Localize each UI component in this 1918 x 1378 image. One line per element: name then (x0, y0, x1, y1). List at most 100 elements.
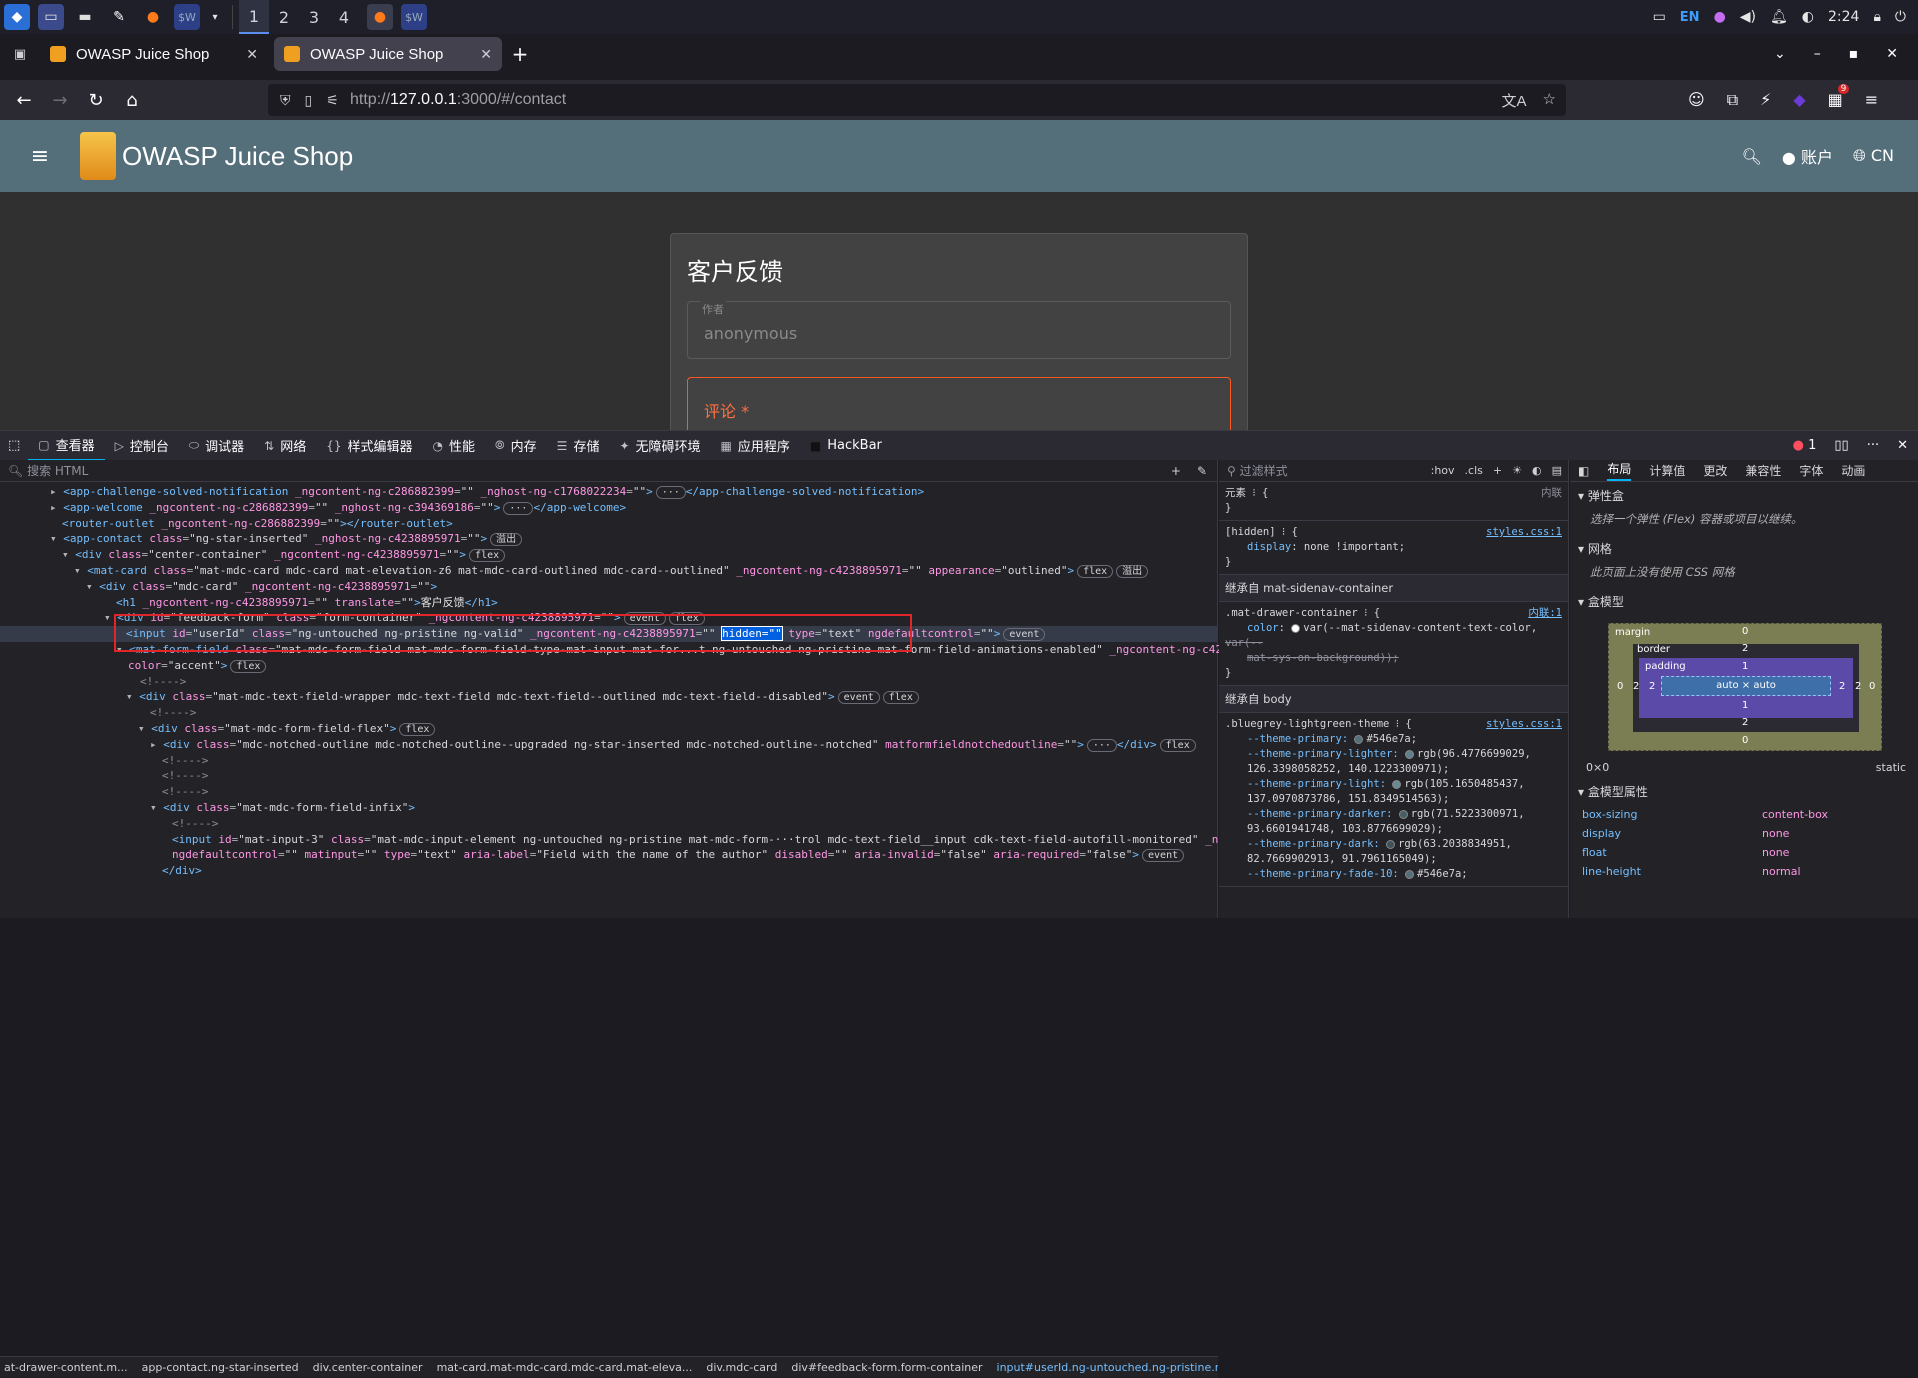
dark-theme-icon[interactable]: ◐ (1532, 464, 1542, 477)
error-count-badge[interactable]: ● 1 (1793, 438, 1817, 453)
tab-network[interactable]: ⇅ 网络 (254, 431, 316, 461)
account-button[interactable]: ● 账户 (1782, 144, 1833, 168)
toggle-sidebar-icon[interactable]: ◧ (1578, 464, 1589, 478)
close-tab-icon[interactable]: ✕ (246, 46, 258, 63)
lock-icon[interactable]: 🔒︎ (1873, 9, 1880, 25)
color-swatch[interactable] (1392, 779, 1402, 789)
editor-icon[interactable]: ✎ (106, 4, 132, 30)
shield-icon[interactable]: ⛨ (280, 92, 291, 109)
rule-source-link[interactable]: styles.css:1 (1486, 525, 1562, 540)
page-icon[interactable]: ▯ (305, 92, 313, 109)
close-devtools-icon[interactable]: ✕ (1897, 438, 1908, 453)
workspace-1[interactable]: 1 (239, 0, 269, 34)
hov-toggle[interactable]: :hov (1431, 464, 1455, 477)
tab-performance[interactable]: ◔ 性能 (423, 431, 486, 461)
search-icon[interactable]: 🔍︎ (1742, 147, 1762, 166)
breadcrumb-item[interactable]: app-contact.ng-star-inserted (142, 1361, 299, 1374)
chevron-down-icon[interactable]: ▾ (208, 4, 222, 30)
tab-computed[interactable]: 计算值 (1649, 462, 1685, 479)
tab-layout[interactable]: 布局 (1607, 460, 1632, 481)
tab-list-icon[interactable]: ▣ (6, 47, 34, 62)
tree-node[interactable]: <input id="mat-input-3" class="mat-mdc-i… (0, 832, 1391, 848)
terminal-icon[interactable]: ▭ (38, 4, 64, 30)
tree-node[interactable]: </div> (0, 863, 1217, 879)
eyedropper-icon[interactable]: ✎ (1197, 464, 1207, 478)
translate-icon[interactable]: 文A (1502, 90, 1527, 111)
tree-node[interactable]: ▾ <mat-form-field class="mat-mdc-form-fi… (0, 642, 1434, 658)
app-menu-icon[interactable]: ≡ (1865, 90, 1878, 110)
tree-node[interactable]: color="accent"> flex (0, 658, 1217, 674)
rule-value[interactable]: #546e7a; (1366, 733, 1417, 745)
tree-node[interactable]: <!----> (0, 674, 1217, 690)
tree-node[interactable]: <router-outlet _ngcontent-ng-c286882399=… (0, 516, 1217, 532)
add-node-icon[interactable]: + (1171, 464, 1181, 478)
rule-source-link[interactable]: styles.css:1 (1486, 717, 1562, 732)
rule-value[interactable]: rgb(105.1650485437, (1404, 778, 1524, 790)
rule-value[interactable]: rgb(63.2038834951, (1398, 838, 1512, 850)
list-all-tabs-icon[interactable]: ⌄ (1774, 46, 1786, 62)
print-icon[interactable]: ▤ (1552, 464, 1562, 477)
tab-inspector[interactable]: ▢ 查看器 (28, 431, 105, 461)
tree-node[interactable]: <h1 _ngcontent-ng-c4238895971="" transla… (0, 595, 1217, 611)
files-icon[interactable]: ▬ (72, 4, 98, 30)
margin-left-value[interactable]: 0 (1617, 681, 1623, 692)
boxmodel-props-header[interactable]: ▾ 盒模型属性 (1570, 778, 1918, 805)
tree-node[interactable]: ▾ <div class="mat-mdc-form-field-flex"> f… (0, 721, 1217, 737)
breadcrumb-item-current[interactable]: input#userId.ng-untouched.ng-pristine.ng… (997, 1361, 1218, 1374)
selected-tree-node[interactable]: <input id="userId" class="ng-untouched n… (0, 626, 1217, 642)
rule-value[interactable]: #546e7a; (1417, 868, 1468, 880)
rule-value[interactable]: var(--mat-sidenav-content-text-color, (1303, 622, 1537, 634)
breadcrumb-item[interactable]: at-drawer-content.m... (4, 1361, 128, 1374)
browser-tab-1[interactable]: OWASP Juice Shop ✕ (40, 37, 268, 71)
tab-accessibility[interactable]: ✦ 无障碍环境 (609, 431, 710, 461)
home-button[interactable]: ⌂ (114, 90, 150, 111)
tab-changes[interactable]: 更改 (1703, 462, 1727, 479)
rule-property[interactable]: --theme-primary-darker: (1225, 808, 1392, 820)
color-swatch[interactable] (1405, 749, 1415, 759)
browser-tab-2[interactable]: OWASP Juice Shop ✕ (274, 37, 502, 71)
tree-node[interactable]: ▸ <app-challenge-solved-notification _ng… (0, 484, 1217, 500)
terminal-window-icon[interactable]: $W (401, 4, 427, 30)
flexbox-section-header[interactable]: ▾ 弹性盒 (1570, 482, 1918, 509)
close-window-button[interactable]: ✕ (1886, 46, 1898, 62)
reload-button[interactable]: ↻ (78, 90, 114, 111)
maximize-button[interactable]: ▪ (1849, 46, 1859, 62)
rule-property[interactable]: color (1225, 622, 1279, 634)
rule-value[interactable]: rgb(96.4776699029, (1417, 748, 1531, 760)
search-html-input[interactable]: 搜索 HTML (27, 462, 88, 479)
breadcrumb-item[interactable]: mat-card.mat-mdc-card.mdc-card.mat-eleva… (437, 1361, 693, 1374)
volume-icon[interactable]: ◀) (1740, 9, 1756, 25)
tab-style-editor[interactable]: {} 样式编辑器 (316, 431, 422, 461)
forward-button[interactable]: → (42, 90, 78, 111)
extension-badge-icon[interactable]: ▦ 9 (1828, 84, 1850, 110)
tab-compatibility[interactable]: 兼容性 (1745, 462, 1781, 479)
notification-bell-icon[interactable]: 🔔︎ (1770, 9, 1788, 25)
element-picker-icon[interactable]: ⬚ (0, 431, 28, 461)
tree-node[interactable]: ▾ <app-contact class="ng-star-inserted" … (0, 531, 1217, 547)
padding-top-value[interactable]: 1 (1742, 661, 1748, 672)
extensions-icon[interactable]: ⧉ (1727, 90, 1738, 110)
tree-node[interactable]: <!----> (0, 816, 1217, 832)
tree-node[interactable]: ngdefaultcontrol="" matinput="" type="te… (0, 847, 1217, 863)
border-bottom-value[interactable]: 2 (1742, 717, 1748, 728)
account-icon[interactable]: ☺ (1688, 90, 1705, 110)
tab-application[interactable]: ▦ 应用程序 (711, 431, 800, 461)
user-avatar-icon[interactable]: ● (1714, 9, 1726, 25)
power-status-icon[interactable]: ◐ (1802, 9, 1814, 25)
cls-toggle[interactable]: .cls (1465, 464, 1483, 477)
add-rule-icon[interactable]: + (1493, 464, 1502, 477)
tab-memory[interactable]: ⦾ 内存 (485, 431, 547, 461)
border-right-value[interactable]: 2 (1855, 681, 1861, 692)
extension-purple-icon[interactable]: ◆ (1793, 90, 1805, 110)
rule-property[interactable]: --theme-primary-dark: (1225, 838, 1380, 850)
bookmark-star-icon[interactable]: ☆ (1543, 90, 1556, 111)
back-button[interactable]: ← (6, 90, 42, 111)
tab-console[interactable]: ▷ 控制台 (105, 431, 179, 461)
margin-bottom-value[interactable]: 0 (1742, 735, 1748, 746)
rule-property[interactable]: --theme-primary: (1225, 733, 1348, 745)
tree-node[interactable]: ▾ <div class="mat-mdc-text-field-wrapper… (0, 689, 1217, 705)
rule-property[interactable]: --theme-primary-light: (1225, 778, 1386, 790)
hidden-attribute-edit[interactable]: hidden="" (721, 626, 783, 642)
comment-field[interactable]: 评论 * (687, 377, 1231, 430)
color-swatch[interactable] (1354, 734, 1364, 744)
